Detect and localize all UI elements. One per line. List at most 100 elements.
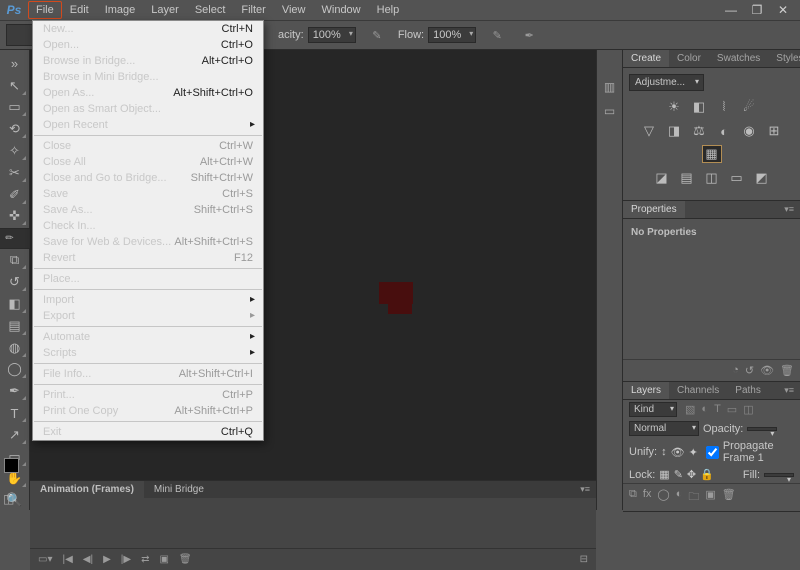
mask-icon[interactable]: ◯ [657, 488, 669, 507]
menu-view[interactable]: View [274, 1, 314, 19]
tab-swatches[interactable]: Swatches [709, 50, 768, 67]
lock-all-icon[interactable]: 🔒 [700, 468, 714, 481]
lasso-tool[interactable]: ⟲ [3, 119, 27, 139]
colorlookup-icon[interactable]: ▦ [703, 146, 721, 162]
first-frame-icon[interactable]: |◀ [62, 554, 72, 565]
stamp-tool[interactable]: ⧉ [3, 251, 27, 271]
menu-filter[interactable]: Filter [233, 1, 273, 19]
menu-item-import[interactable]: Import [33, 292, 263, 308]
selectivecolor-icon[interactable]: ◩ [753, 170, 771, 186]
move-tool[interactable]: ↖ [3, 76, 27, 96]
actions-panel-icon[interactable]: ▭ [601, 102, 619, 120]
menu-file[interactable]: File [28, 1, 62, 19]
link-icon[interactable]: ⧉ [629, 488, 637, 507]
channelmixer-icon[interactable]: ⊞ [765, 123, 783, 139]
propagate-checkbox[interactable] [706, 446, 719, 459]
airbrush-icon[interactable]: ✎ [486, 24, 508, 46]
menu-item-scripts[interactable]: Scripts [33, 345, 263, 361]
menu-layer[interactable]: Layer [143, 1, 187, 19]
foreground-color[interactable] [4, 458, 19, 473]
eyedropper-tool[interactable]: ✐ [3, 185, 27, 205]
levels-icon[interactable]: ◧ [690, 99, 708, 115]
brightness-icon[interactable]: ☀ [665, 99, 683, 115]
menu-item-open-as-smart-object[interactable]: Open as Smart Object... [33, 101, 263, 117]
panel-menu-icon[interactable]: ▾≡ [778, 382, 800, 399]
flow-field[interactable]: 100% [428, 27, 476, 43]
panel-menu-icon[interactable]: ▾≡ [574, 481, 596, 498]
close-icon[interactable]: ✕ [772, 2, 794, 18]
menu-item-open-as[interactable]: Open As...Alt+Shift+Ctrl+O [33, 85, 263, 101]
opacity-field[interactable]: 100% [308, 27, 356, 43]
menu-item-new[interactable]: New...Ctrl+N [33, 21, 263, 37]
crop-tool[interactable]: ✂ [3, 163, 27, 183]
adjustment-select[interactable]: Adjustme... [629, 74, 704, 91]
lock-paint-icon[interactable]: ✎ [674, 468, 683, 481]
bw-icon[interactable]: ◐ [715, 123, 733, 139]
wand-tool[interactable]: ✧ [3, 141, 27, 161]
exposure-icon[interactable]: ☄ [740, 99, 758, 115]
menu-item-open[interactable]: Open...Ctrl+O [33, 37, 263, 53]
tab-styles[interactable]: Styles [768, 50, 800, 67]
pressure-size-icon[interactable]: ✒ [518, 24, 540, 46]
prev-frame-icon[interactable]: ◀| [83, 554, 93, 565]
tab-channels[interactable]: Channels [669, 382, 727, 399]
color-swatches[interactable] [4, 458, 26, 480]
threshold-icon[interactable]: ◫ [703, 170, 721, 186]
history-panel-icon[interactable]: ▥ [601, 78, 619, 96]
menu-item-browse-in-bridge[interactable]: Browse in Bridge...Alt+Ctrl+O [33, 53, 263, 69]
reset-icon[interactable]: ↺ [745, 364, 754, 377]
tab-properties[interactable]: Properties [623, 201, 685, 218]
loop-select[interactable]: ▭▾ [38, 554, 52, 565]
new-frame-icon[interactable]: ▣ [159, 554, 168, 565]
quickmask-icon[interactable]: ◫ [3, 492, 14, 506]
play-icon[interactable]: ▶ [103, 554, 111, 565]
pen-tool[interactable]: ✒ [3, 381, 27, 401]
blend-mode-select[interactable]: Normal [629, 421, 699, 436]
menu-item-open-recent[interactable]: Open Recent [33, 117, 263, 133]
menu-edit[interactable]: Edit [62, 1, 97, 19]
tween-icon[interactable]: ⇄ [141, 554, 149, 565]
unify-position-icon[interactable]: ↕ [661, 446, 667, 458]
path-tool[interactable]: ↗ [3, 425, 27, 445]
menu-item-exit[interactable]: ExitCtrl+Q [33, 424, 263, 440]
delete-frame-icon[interactable]: 🗑 [179, 554, 192, 565]
fx-icon[interactable]: fx [643, 488, 652, 507]
layer-opacity-field[interactable] [747, 427, 777, 431]
gradientmap-icon[interactable]: ▭ [728, 170, 746, 186]
marquee-tool[interactable]: ▭ [3, 98, 27, 118]
group-icon[interactable]: 🗀 [688, 488, 699, 507]
filter-pixel-icon[interactable]: ▧ [685, 403, 695, 416]
convert-timeline-icon[interactable]: ⊟ [580, 554, 588, 565]
next-frame-icon[interactable]: |▶ [121, 554, 131, 565]
tab-minibridge[interactable]: Mini Bridge [144, 481, 214, 498]
gradient-tool[interactable]: ▤ [3, 316, 27, 336]
menu-help[interactable]: Help [369, 1, 408, 19]
delete-layer-icon[interactable]: 🗑 [722, 488, 736, 507]
tab-layers[interactable]: Layers [623, 382, 669, 399]
lock-position-icon[interactable]: ✥ [687, 468, 696, 481]
filter-shape-icon[interactable]: ▭ [727, 403, 737, 416]
colorbalance-icon[interactable]: ⚖ [690, 123, 708, 139]
tab-color[interactable]: Color [669, 50, 709, 67]
adjustment-layer-icon[interactable]: ◐ [676, 488, 683, 507]
photofilter-icon[interactable]: ◉ [740, 123, 758, 139]
menu-image[interactable]: Image [97, 1, 144, 19]
pressure-opacity-icon[interactable]: ✎ [366, 24, 388, 46]
tab-animation[interactable]: Animation (Frames) [30, 481, 144, 498]
unify-style-icon[interactable]: ✦ [689, 446, 698, 459]
menu-item-browse-in-mini-bridge[interactable]: Browse in Mini Bridge... [33, 69, 263, 85]
filter-kind-select[interactable]: Kind [629, 402, 677, 417]
layer-fill-field[interactable] [764, 473, 794, 477]
filter-smart-icon[interactable]: ◫ [743, 403, 753, 416]
collapse-icon[interactable]: » [3, 54, 27, 74]
panel-menu-icon[interactable]: ▾≡ [778, 201, 800, 218]
history-brush-tool[interactable]: ↺ [3, 272, 27, 292]
tab-paths[interactable]: Paths [727, 382, 769, 399]
tool-preset-swatch[interactable] [6, 24, 34, 46]
menu-window[interactable]: Window [314, 1, 369, 19]
filter-adjust-icon[interactable]: ◐ [701, 403, 708, 416]
unify-visibility-icon[interactable]: 👁 [671, 446, 685, 459]
type-tool[interactable]: T [3, 403, 27, 423]
visibility-icon[interactable]: 👁 [760, 364, 774, 377]
menu-select[interactable]: Select [187, 1, 234, 19]
